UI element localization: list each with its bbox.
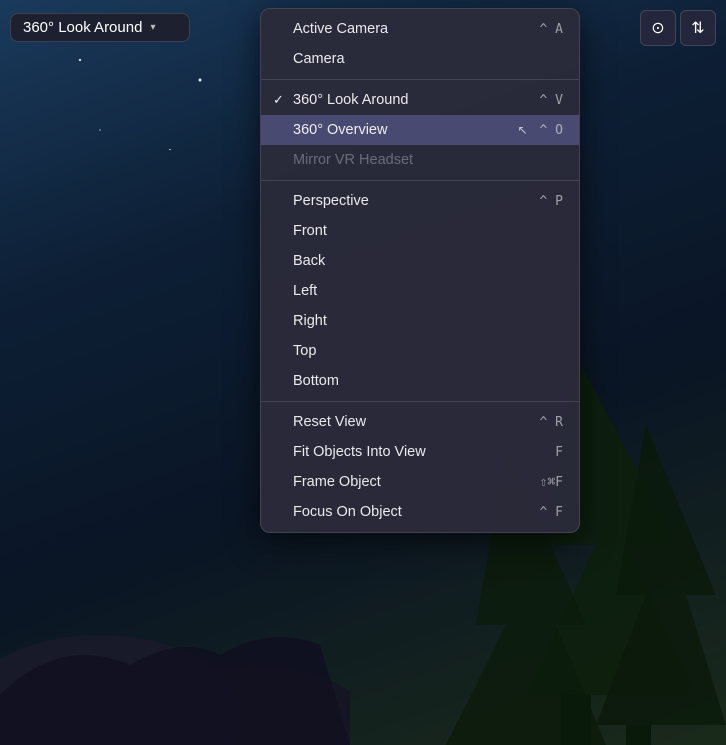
- cursor-icon: ↖: [517, 123, 527, 137]
- view-selector-label: 360° Look Around: [23, 19, 142, 36]
- vr-icon: ⊙: [651, 18, 664, 38]
- menu-item-fit-objects[interactable]: Fit Objects Into View F: [261, 437, 579, 467]
- menu-item-overview[interactable]: 360° Overview ↖ ^ O: [261, 115, 579, 145]
- menu-item-look-around[interactable]: 360° Look Around ^ V: [261, 85, 579, 115]
- menu-item-camera[interactable]: Camera: [261, 44, 579, 74]
- arrange-button[interactable]: ⇅: [680, 10, 716, 46]
- menu-item-right[interactable]: Right: [261, 306, 579, 336]
- menu-section-camera: Active Camera ^ A Camera: [261, 9, 579, 79]
- menu-item-reset-view[interactable]: Reset View ^ R: [261, 407, 579, 437]
- vr-mode-button[interactable]: ⊙: [640, 10, 676, 46]
- menu-item-perspective[interactable]: Perspective ^ P: [261, 186, 579, 216]
- menu-item-left[interactable]: Left: [261, 276, 579, 306]
- arrange-icon: ⇅: [691, 18, 704, 38]
- menu-item-focus-object[interactable]: Focus On Object ^ F: [261, 497, 579, 527]
- menu-section-vr: 360° Look Around ^ V 360° Overview ↖ ^ O…: [261, 79, 579, 180]
- menu-section-reset: Reset View ^ R Fit Objects Into View F F…: [261, 401, 579, 532]
- top-right-controls: ⊙ ⇅: [640, 10, 716, 46]
- menu-item-front[interactable]: Front: [261, 216, 579, 246]
- menu-item-bottom[interactable]: Bottom: [261, 366, 579, 396]
- menu-item-frame-object[interactable]: Frame Object ⇧⌘F: [261, 467, 579, 497]
- view-dropdown-menu: Active Camera ^ A Camera 360° Look Aroun…: [260, 8, 580, 533]
- menu-item-mirror-vr: Mirror VR Headset: [261, 145, 579, 175]
- menu-item-active-camera[interactable]: Active Camera ^ A: [261, 14, 579, 44]
- menu-item-top[interactable]: Top: [261, 336, 579, 366]
- view-selector-button[interactable]: 360° Look Around ▾: [10, 13, 190, 42]
- menu-item-back[interactable]: Back: [261, 246, 579, 276]
- menu-section-views: Perspective ^ P Front Back Left Right To…: [261, 180, 579, 401]
- chevron-down-icon: ▾: [150, 22, 155, 33]
